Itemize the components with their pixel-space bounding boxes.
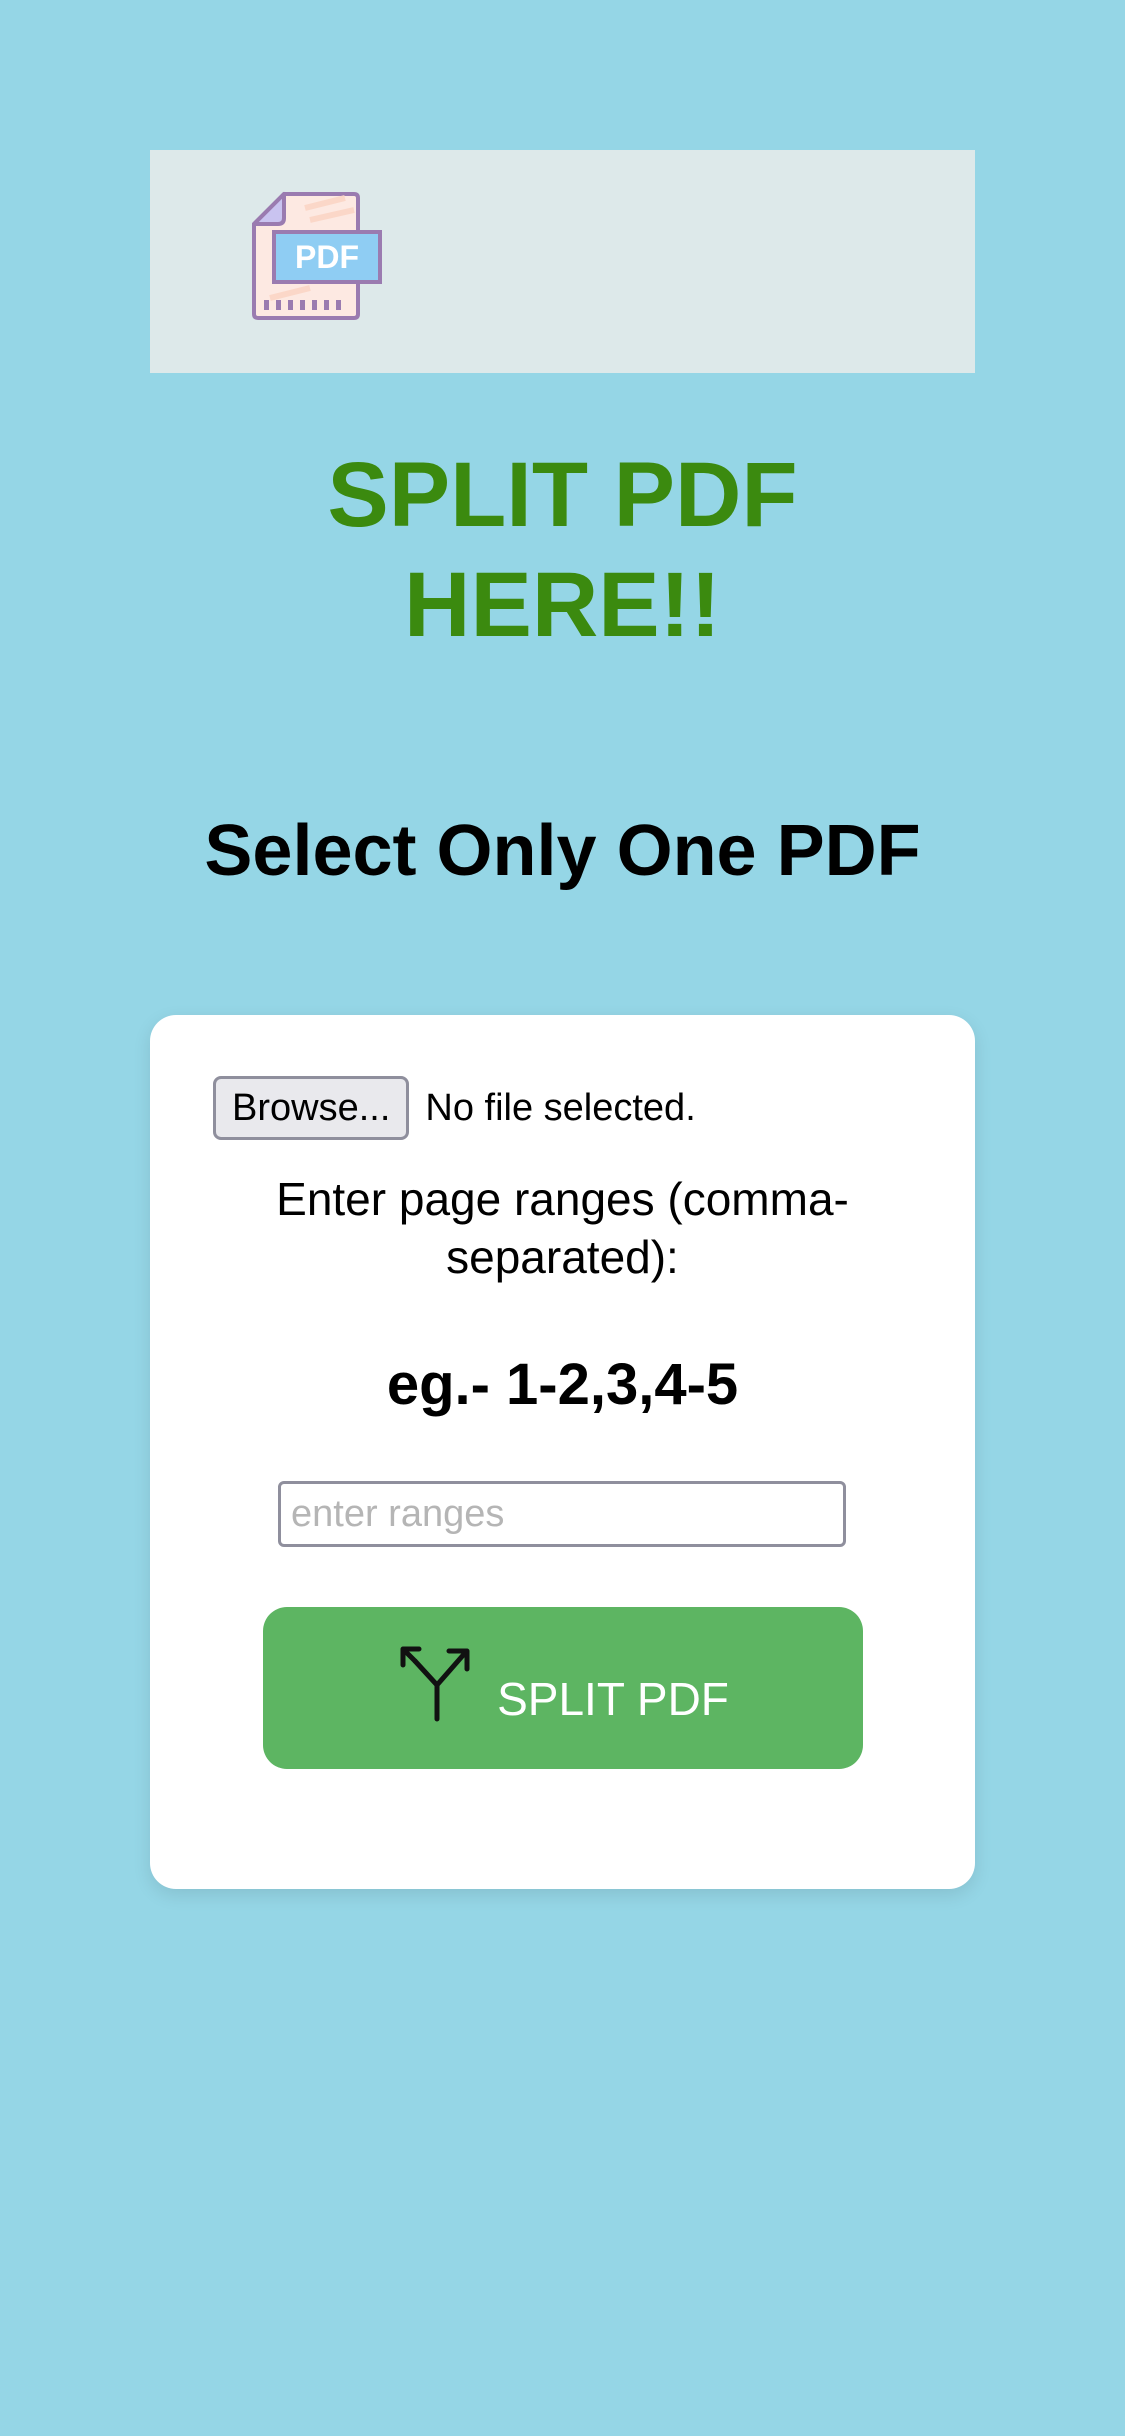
file-picker: Browse... No file selected. [213,1075,696,1141]
split-pdf-button[interactable]: SPLIT PDF [263,1607,863,1769]
page-title: SPLIT PDF HERE!! [150,440,975,660]
range-label: Enter page ranges (comma-separated): [276,1173,849,1283]
page-title-line1: SPLIT PDF [327,444,798,546]
browse-button[interactable]: Browse... [213,1076,410,1140]
range-example: eg.- 1-2,3,4-5 [386,1352,739,1417]
subtitle: Select Only One PDF [204,811,921,891]
file-status-text: No file selected. [425,1086,696,1129]
header-bar: PDF [150,150,975,373]
split-arrows-icon [400,1646,470,1722]
logo-text: PDF [295,239,359,275]
split-form-card: Browse... No file selected. Enter page r… [150,1015,975,1889]
range-input[interactable] [278,1481,846,1547]
pdf-file-icon: PDF [252,192,382,320]
page-title-line2: HERE!! [404,554,721,656]
split-button-label: SPLIT PDF [497,1673,729,1725]
